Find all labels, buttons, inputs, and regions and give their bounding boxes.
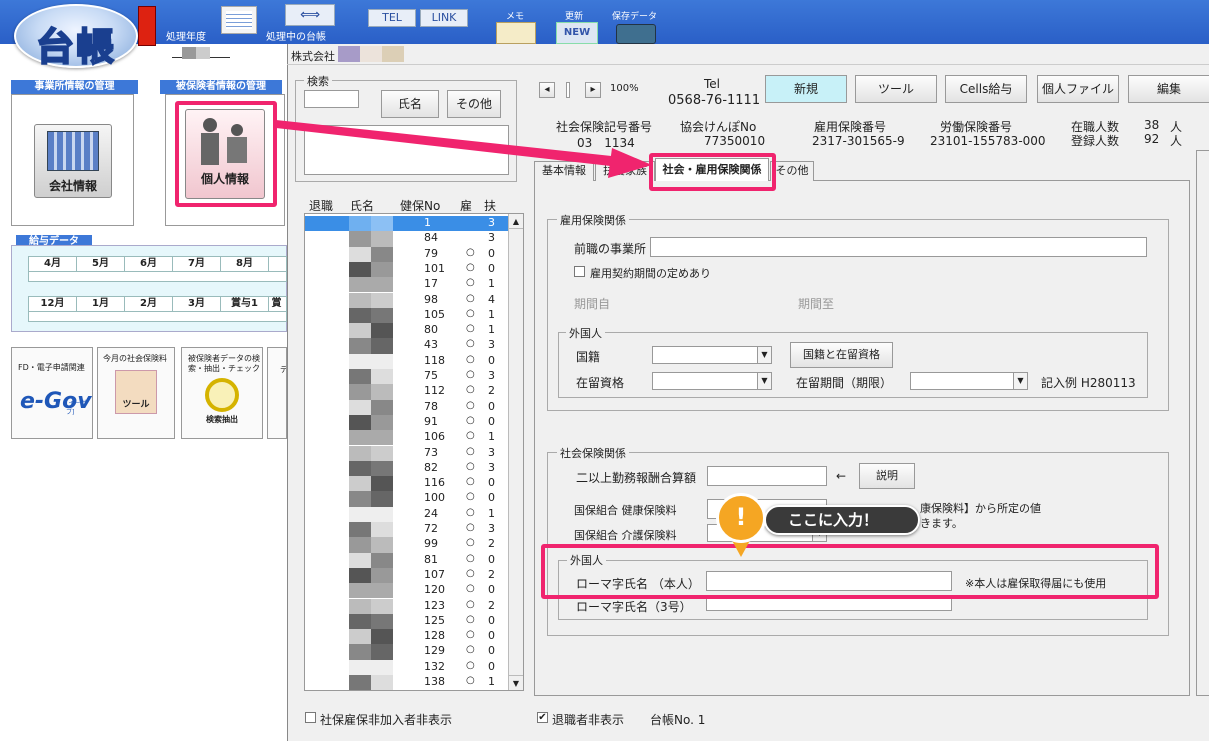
guide-arrow-shaft [276,120,630,168]
guide-arrow-head [608,148,652,178]
guide-arrow [276,120,652,178]
